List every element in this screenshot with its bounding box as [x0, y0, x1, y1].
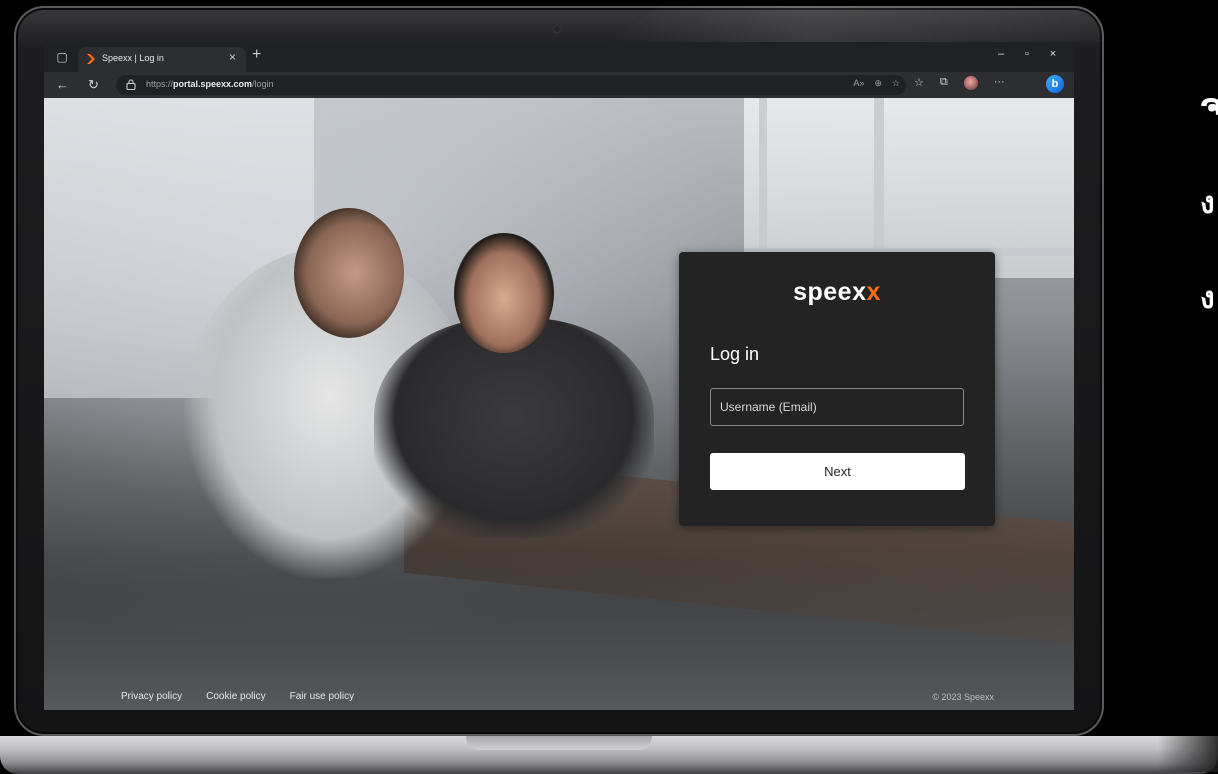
- browser-tab-bar: ▢ Speexx | Log in × + – ▫ ×: [44, 42, 1074, 72]
- side-glyph: ຈ: [1200, 88, 1218, 123]
- collections-icon[interactable]: ⧉: [940, 76, 948, 90]
- login-page: speexx Log in Next Privacy policy Cookie…: [44, 98, 1074, 710]
- background-fade: [44, 550, 1074, 710]
- speexx-logo: speexx: [679, 278, 995, 307]
- cookie-policy-link[interactable]: Cookie policy: [206, 691, 265, 702]
- favorites-icon[interactable]: ☆: [914, 76, 924, 90]
- url-text: https://portal.speexx.com/login: [146, 79, 274, 89]
- lid-reflection: [610, 6, 1104, 42]
- window-controls: – ▫ ×: [988, 48, 1066, 60]
- privacy-policy-link[interactable]: Privacy policy: [121, 691, 182, 702]
- more-menu-icon[interactable]: ···: [994, 76, 1005, 90]
- tab-title: Speexx | Log in: [102, 53, 164, 63]
- back-icon[interactable]: ←: [56, 77, 69, 92]
- browser-tab[interactable]: Speexx | Log in ×: [78, 47, 246, 72]
- side-glyph: ง: [1200, 281, 1215, 316]
- background-person-head: [454, 233, 554, 353]
- tab-actions-icon[interactable]: ▢: [54, 49, 70, 65]
- username-field-wrapper: [710, 388, 964, 426]
- address-bar-icons: A» ⊕ ☆: [853, 78, 900, 89]
- speexx-favicon-icon: [87, 54, 95, 64]
- laptop-hinge-notch: [466, 736, 652, 750]
- side-glyph: ง: [1200, 186, 1215, 221]
- zoom-icon[interactable]: ⊕: [874, 78, 882, 89]
- maximize-button[interactable]: ▫: [1014, 48, 1040, 60]
- lock-icon[interactable]: [126, 79, 136, 90]
- toolbar-icons: ☆ ⧉ ···: [914, 76, 1005, 90]
- url-host: portal.speexx.com: [173, 79, 253, 89]
- logo-text: speex: [793, 278, 867, 306]
- favorite-add-icon[interactable]: ☆: [892, 78, 900, 89]
- logo-accent: x: [866, 278, 881, 306]
- refresh-icon[interactable]: ↻: [88, 77, 99, 93]
- read-aloud-icon[interactable]: A»: [853, 78, 864, 89]
- new-tab-button[interactable]: +: [252, 46, 261, 64]
- bing-copilot-icon[interactable]: b: [1046, 75, 1064, 93]
- login-title: Log in: [710, 344, 760, 364]
- browser-toolbar: ← ↻ https://portal.speexx.com/login A» ⊕…: [44, 72, 1074, 98]
- footer-links: Privacy policy Cookie policy Fair use po…: [121, 691, 354, 702]
- profile-avatar[interactable]: [963, 76, 978, 90]
- copyright-text: © 2023 Speexx: [932, 692, 994, 702]
- login-card: speexx Log in Next: [679, 252, 995, 526]
- background-person-head: [294, 208, 404, 338]
- fair-use-policy-link[interactable]: Fair use policy: [290, 691, 354, 702]
- tab-close-icon[interactable]: ×: [229, 50, 236, 64]
- camera-icon: [554, 26, 560, 32]
- url-protocol: https://: [146, 79, 174, 89]
- minimize-button[interactable]: –: [988, 48, 1014, 60]
- laptop-screen: ▢ Speexx | Log in × + – ▫ × ← ↻ https://…: [44, 42, 1074, 710]
- laptop-base-shadow: [1158, 736, 1218, 772]
- close-window-button[interactable]: ×: [1040, 48, 1066, 60]
- next-button[interactable]: Next: [710, 453, 965, 490]
- address-bar[interactable]: https://portal.speexx.com/login A» ⊕ ☆: [116, 75, 906, 95]
- username-input[interactable]: [711, 389, 963, 425]
- url-path: /login: [252, 79, 274, 89]
